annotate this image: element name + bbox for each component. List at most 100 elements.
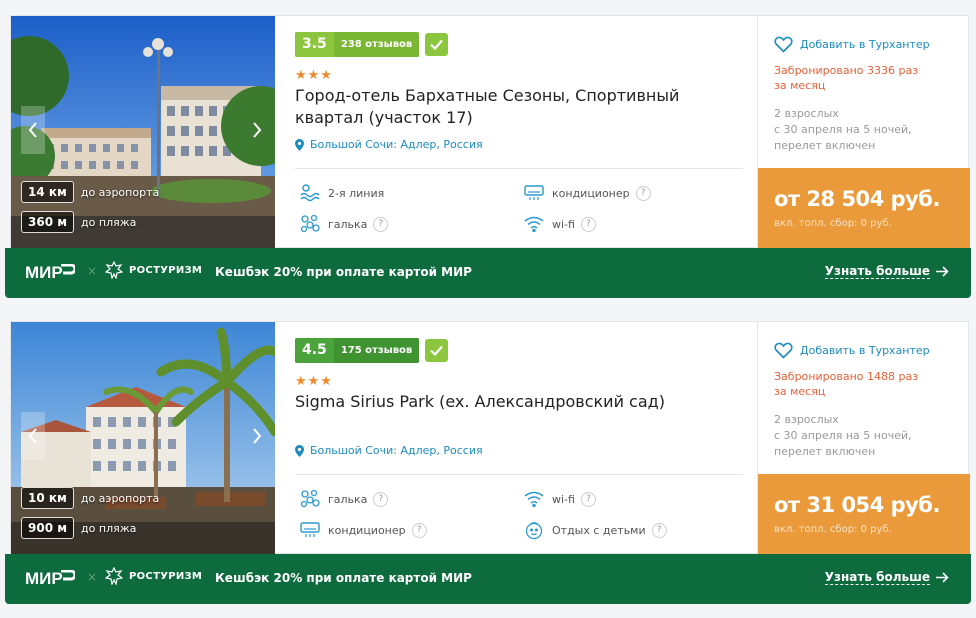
wifi-icon <box>523 488 545 510</box>
trip-details: 2 взрослых с 30 апреля на 5 ночей, перел… <box>774 106 964 154</box>
learn-more-link[interactable]: Узнать больше <box>824 570 949 585</box>
air-conditioner-icon <box>523 182 545 204</box>
photo-prev-button[interactable] <box>21 412 45 460</box>
add-favorite-label: Добавить в Турхантер <box>800 38 930 51</box>
map-pin-icon <box>295 138 304 151</box>
feature-item: 2-я линия <box>299 182 384 204</box>
hotel-location[interactable]: Большой Сочи: Адлер, Россия <box>295 138 483 151</box>
reviews-count[interactable]: 238 отзывов <box>333 32 420 57</box>
arrow-right-icon <box>936 572 949 583</box>
air-conditioner-icon <box>299 519 321 541</box>
trip-line: с 30 апреля на 5 ночей, <box>774 123 912 136</box>
beach-distance-value: 360 м <box>21 211 75 233</box>
booked-line: за месяц <box>774 79 826 92</box>
rating-row: 3.5 238 отзывов <box>295 32 449 57</box>
hotel-name[interactable]: Sigma Sirius Park (ex. Александровский с… <box>295 391 715 413</box>
help-icon[interactable]: ? <box>373 491 389 507</box>
trip-line: 2 взрослых <box>774 413 839 426</box>
rating-badge[interactable]: 4.5 175 отзывов <box>295 338 420 363</box>
cashback-text: Кешбэк 20% при оплате картой МИР <box>215 571 472 585</box>
help-icon[interactable]: ? <box>373 216 389 232</box>
learn-more-link[interactable]: Узнать больше <box>824 264 949 279</box>
mir-logo-icon: МИР <box>25 264 75 280</box>
beach-distance-label: до пляжа <box>81 215 137 229</box>
rating-badge[interactable]: 3.5 238 отзывов <box>295 32 420 57</box>
chevron-right-icon <box>253 428 262 444</box>
heart-icon <box>774 342 793 359</box>
hotel-card-main: 10 км до аэропорта 900 м до пляжа 4.5 17… <box>10 321 970 555</box>
mir-logo-icon: МИР <box>25 570 75 586</box>
airport-distance-label: до аэропорта <box>80 185 160 199</box>
verified-badge <box>425 339 449 362</box>
feature-label: 2-я линия <box>328 186 385 200</box>
reviews-count[interactable]: 175 отзывов <box>333 338 420 363</box>
feature-item: Отдых с детьми ? <box>523 519 667 541</box>
booked-count: Забронировано 1488 раз за месяц <box>774 369 944 399</box>
map-pin-icon <box>295 444 304 457</box>
booked-line: за месяц <box>774 385 826 398</box>
add-favorite-button[interactable]: Добавить в Турхантер <box>774 36 930 53</box>
photo-next-button[interactable] <box>245 106 269 154</box>
trip-line: перелет включен <box>774 139 876 152</box>
emblem-icon <box>105 567 123 585</box>
hotel-photo[interactable]: 14 км до аэропорта 360 м до пляжа <box>11 16 275 249</box>
promo-banner[interactable]: МИР × РОСТУРИЗМ Кешбэк 20% при оплате ка… <box>5 554 971 604</box>
pebble-icon <box>299 213 321 235</box>
feature-label: галька <box>328 217 368 231</box>
photo-prev-button[interactable] <box>21 106 45 154</box>
feature-label: галька <box>328 492 368 506</box>
booked-line: Забронировано 1488 раз <box>774 370 919 383</box>
heart-icon <box>774 36 793 53</box>
trip-line: с 30 апреля на 5 ночей, <box>774 429 912 442</box>
pebble-icon <box>299 488 321 510</box>
feature-item: галька ? <box>299 213 389 235</box>
help-icon[interactable]: ? <box>411 522 427 538</box>
chevron-right-icon <box>253 122 262 138</box>
price-button[interactable]: от 31 054 руб. вкл. топл. сбор: 0 руб. <box>758 474 970 554</box>
airport-distance-label: до аэропорта <box>80 491 160 505</box>
divider <box>295 168 743 169</box>
rating-score: 3.5 <box>295 32 334 57</box>
sea-line-icon <box>299 182 321 204</box>
hotel-photo[interactable]: 10 км до аэропорта 900 м до пляжа <box>11 322 275 555</box>
trip-details: 2 взрослых с 30 апреля на 5 ночей, перел… <box>774 412 964 460</box>
booking-panel: Добавить в Турхантер Забронировано 3336 … <box>757 16 970 249</box>
checkmark-icon <box>430 345 444 356</box>
beach-distance: 900 м до пляжа <box>21 517 136 539</box>
airport-distance-value: 10 км <box>21 487 74 509</box>
hotel-card-main: 14 км до аэропорта 360 м до пляжа 3.5 23… <box>10 15 970 249</box>
hotel-card[interactable]: 14 км до аэропорта 360 м до пляжа 3.5 23… <box>5 15 971 298</box>
hotel-card[interactable]: 10 км до аэропорта 900 м до пляжа 4.5 17… <box>5 321 971 604</box>
help-icon[interactable]: ? <box>580 216 596 232</box>
arrow-right-icon <box>936 266 949 277</box>
help-icon[interactable]: ? <box>580 491 596 507</box>
add-favorite-button[interactable]: Добавить в Турхантер <box>774 342 930 359</box>
help-icon[interactable]: ? <box>635 185 651 201</box>
photo-next-button[interactable] <box>245 412 269 460</box>
trip-line: 2 взрослых <box>774 107 839 120</box>
hotel-info: 4.5 175 отзывов ★★★ Sigma Sirius Park (e… <box>289 322 757 555</box>
price-button[interactable]: от 28 504 руб. вкл. топл. сбор: 0 руб. <box>758 168 970 248</box>
booking-panel: Добавить в Турхантер Забронировано 1488 … <box>757 322 970 555</box>
booked-count: Забронировано 3336 раз за месяц <box>774 63 944 93</box>
wifi-icon <box>523 213 545 235</box>
help-icon[interactable]: ? <box>651 522 667 538</box>
feature-label: wi-fi <box>552 217 575 231</box>
hotel-stars: ★★★ <box>295 68 333 83</box>
promo-banner[interactable]: МИР × РОСТУРИЗМ Кешбэк 20% при оплате ка… <box>5 248 971 298</box>
kids-icon <box>523 519 545 541</box>
feature-item: wi-fi ? <box>523 488 596 510</box>
airport-distance: 10 км до аэропорта <box>21 487 159 509</box>
hotel-location[interactable]: Большой Сочи: Адлер, Россия <box>295 444 483 457</box>
feature-item: галька ? <box>299 488 389 510</box>
airport-distance-value: 14 км <box>21 181 74 203</box>
rating-score: 4.5 <box>295 338 334 363</box>
feature-label: кондиционер <box>552 186 630 200</box>
hotel-name[interactable]: Город-отель Бархатные Сезоны, Спортивный… <box>295 85 715 129</box>
rosturizm-logo: РОСТУРИЗМ <box>105 261 202 279</box>
add-favorite-label: Добавить в Турхантер <box>800 344 930 357</box>
promo-separator: × <box>87 264 98 278</box>
airport-distance: 14 км до аэропорта <box>21 181 159 203</box>
learn-more-label: Узнать больше <box>824 264 930 279</box>
emblem-icon <box>105 261 123 279</box>
